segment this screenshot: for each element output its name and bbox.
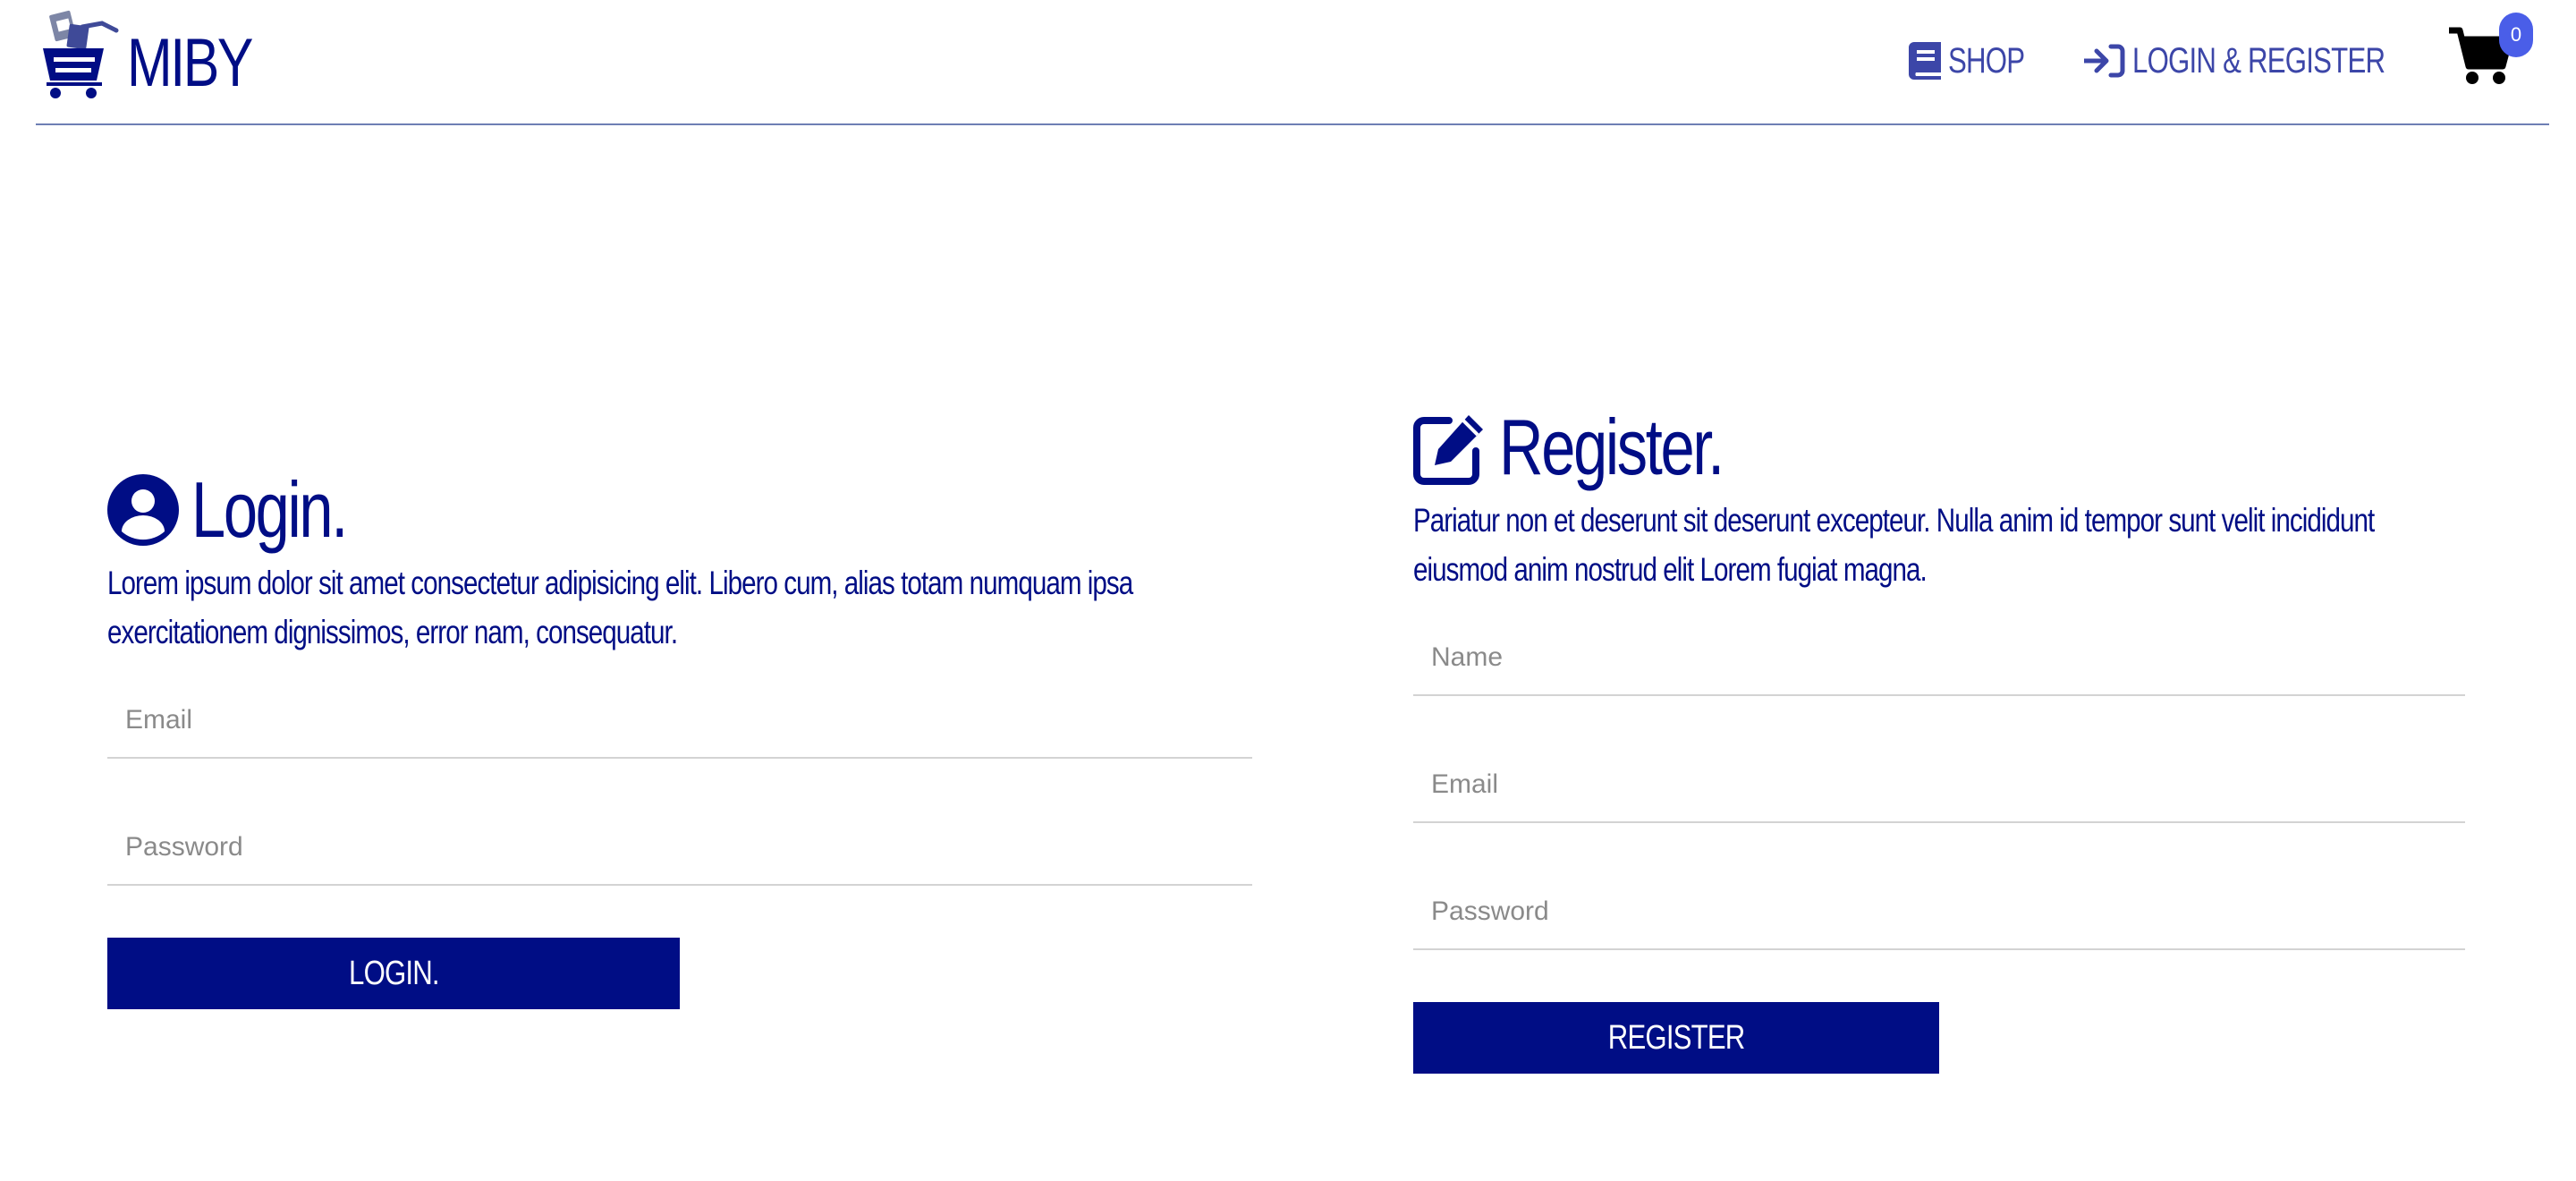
- nav-login-register-link[interactable]: LOGIN & REGISTER: [2084, 34, 2456, 88]
- register-name-field: [1413, 569, 2465, 696]
- page: MIBY SHOP LOGIN & REGISTER 0 Login. Lore…: [0, 0, 2576, 1181]
- register-password-field: [1413, 823, 2465, 950]
- brand-link[interactable]: MIBY: [39, 5, 283, 106]
- login-button-label: LOGIN.: [348, 954, 440, 992]
- login-section: Login. Lorem ipsum dolor sit amet consec…: [107, 465, 1252, 1009]
- register-email-field: [1413, 696, 2465, 823]
- login-email-input[interactable]: [107, 684, 1252, 759]
- nav-login-register-label: LOGIN & REGISTER: [2132, 40, 2385, 81]
- cart-count-badge: 0: [2499, 13, 2533, 57]
- register-button[interactable]: REGISTER: [1413, 1002, 1939, 1074]
- nav-shop-link[interactable]: SHOP: [1909, 34, 2046, 88]
- book-icon: [1909, 42, 1941, 80]
- top-navbar: MIBY SHOP LOGIN & REGISTER 0: [36, 0, 2549, 125]
- register-heading: Register.: [1413, 403, 2465, 492]
- shopping-cart-logo-icon: [43, 10, 119, 98]
- sign-in-icon: [2084, 44, 2125, 78]
- register-section: Register. Pariatur non et deserunt sit d…: [1413, 403, 2465, 1074]
- login-password-input[interactable]: [107, 811, 1252, 886]
- login-password-field: [107, 759, 1252, 886]
- register-email-input[interactable]: [1413, 748, 2465, 823]
- login-heading: Login.: [107, 465, 1252, 555]
- nav-shop-label: SHOP: [1948, 40, 2025, 81]
- register-form: REGISTER: [1413, 569, 2465, 1074]
- login-title: Login.: [191, 465, 348, 554]
- brand-name: MIBY: [127, 25, 253, 101]
- login-form: LOGIN.: [107, 632, 1252, 1009]
- edit-icon: [1413, 415, 1483, 485]
- register-title: Register.: [1499, 403, 1724, 491]
- cart-button[interactable]: 0: [2449, 13, 2538, 98]
- register-password-input[interactable]: [1413, 875, 2465, 950]
- login-email-field: [107, 632, 1252, 759]
- register-button-label: REGISTER: [1607, 1018, 1746, 1057]
- login-button[interactable]: LOGIN.: [107, 938, 680, 1009]
- user-circle-icon: [107, 474, 179, 546]
- register-name-input[interactable]: [1413, 621, 2465, 696]
